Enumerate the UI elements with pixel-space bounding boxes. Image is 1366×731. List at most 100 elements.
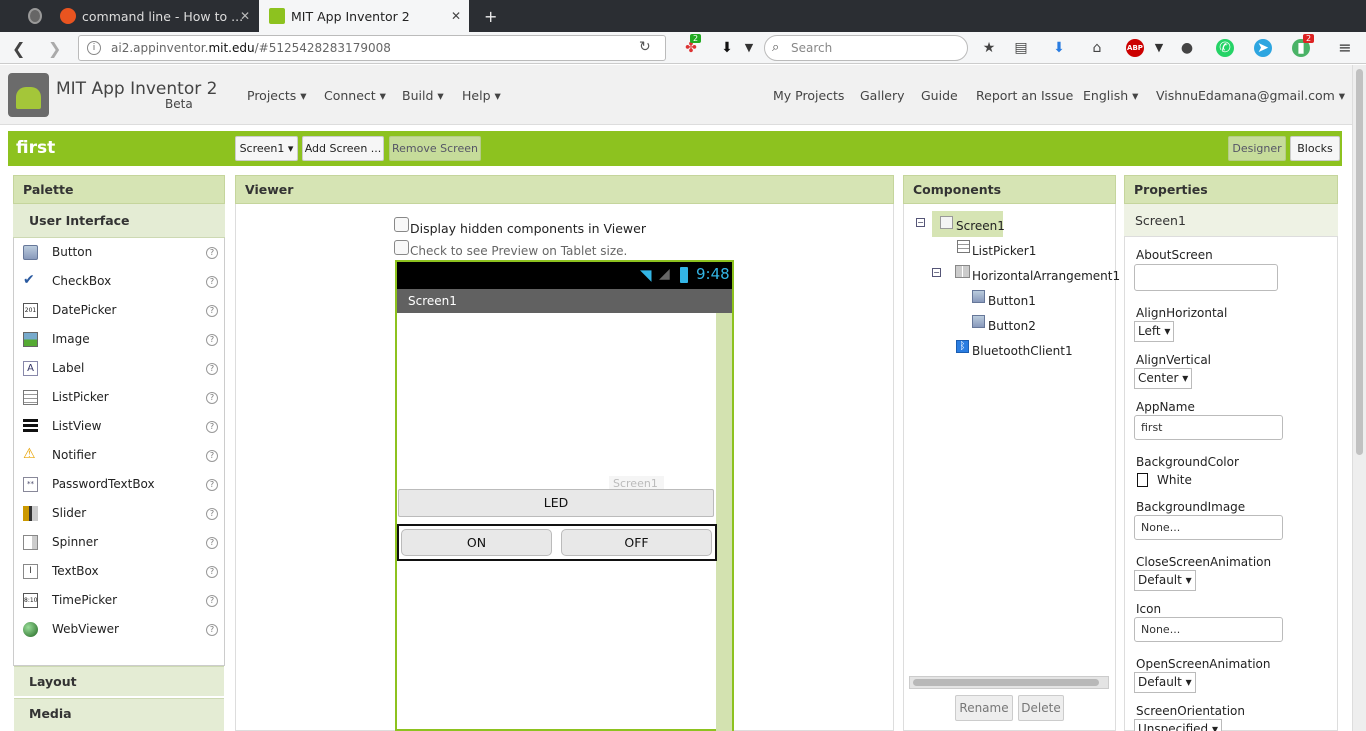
screenorientation-select[interactable]: Unspecified ▾ — [1134, 719, 1222, 731]
reload-icon[interactable]: ↻ — [639, 39, 651, 55]
home-icon[interactable]: ⌂ — [1088, 39, 1106, 57]
remove-screen-button[interactable]: Remove Screen — [389, 136, 481, 161]
bookmark-star-icon[interactable]: ★ — [980, 39, 998, 57]
tree-node-listpicker1[interactable]: ListPicker1 — [972, 244, 1036, 258]
menu-language[interactable]: English ▾ — [1083, 88, 1138, 103]
tree-node-horizontalarrangement1[interactable]: HorizontalArrangement1 — [972, 269, 1120, 283]
icon-picker[interactable]: None... — [1134, 617, 1283, 642]
screen-select[interactable]: Screen1 ▾ — [235, 136, 298, 161]
link-guide[interactable]: Guide — [921, 88, 958, 103]
tab-askubuntu[interactable]: command line - How to ... ✕ — [50, 0, 258, 32]
info-icon[interactable]: i — [87, 41, 101, 55]
menu-account[interactable]: VishnuEdamana@gmail.com ▾ — [1156, 88, 1345, 103]
close-tab-icon[interactable]: ✕ — [240, 9, 250, 23]
collapse-toggle-icon[interactable]: − — [916, 218, 925, 227]
menu-help[interactable]: Help ▾ — [462, 88, 501, 103]
search-input[interactable]: ⌕ Search — [764, 35, 968, 61]
help-icon[interactable]: ? — [206, 479, 218, 491]
help-icon[interactable]: ? — [206, 450, 218, 462]
aboutscreen-textarea[interactable] — [1134, 264, 1278, 291]
link-my-projects[interactable]: My Projects — [773, 88, 844, 103]
help-icon[interactable]: ? — [206, 247, 218, 259]
palette-category-user-interface[interactable]: User Interface — [13, 204, 225, 238]
phone-preview[interactable]: ◥ ◢ 9:48 Screen1 Screen1 LED ON OFF — [395, 260, 734, 731]
appname-input[interactable]: first — [1134, 415, 1283, 440]
palette-item-button[interactable]: Button? — [14, 238, 224, 267]
palette-item-listpicker[interactable]: ListPicker? — [14, 383, 224, 412]
palette-item-webviewer[interactable]: WebViewer? — [14, 615, 224, 644]
on-button[interactable]: ON — [401, 529, 552, 556]
link-gallery[interactable]: Gallery — [860, 88, 905, 103]
whatsapp-icon[interactable]: ✆ — [1216, 39, 1234, 57]
hamburger-menu-icon[interactable]: ≡ — [1336, 39, 1354, 57]
palette-item-spinner[interactable]: Spinner? — [14, 528, 224, 557]
tree-node-button2[interactable]: Button2 — [988, 319, 1036, 333]
menu-build[interactable]: Build ▾ — [402, 88, 444, 103]
help-icon[interactable]: ? — [206, 595, 218, 607]
menu-projects[interactable]: Projects ▾ — [247, 88, 307, 103]
download-arrow-icon[interactable]: ⬇ — [718, 39, 736, 57]
scrollbar-thumb[interactable] — [1356, 69, 1363, 455]
app-inventor-logo[interactable] — [8, 73, 49, 117]
palette-item-listview[interactable]: ListView? — [14, 412, 224, 441]
alignhorizontal-select[interactable]: Left ▾ — [1134, 321, 1175, 342]
tab-app-inventor[interactable]: MIT App Inventor 2 ✕ — [259, 0, 469, 32]
alignvertical-select[interactable]: Center ▾ — [1134, 368, 1193, 389]
forward-icon[interactable]: ❯ — [48, 39, 61, 58]
help-icon[interactable]: ? — [206, 305, 218, 317]
hidden-components-checkbox[interactable] — [394, 217, 409, 232]
close-tab-icon[interactable]: ✕ — [451, 9, 461, 23]
off-button[interactable]: OFF — [561, 529, 712, 556]
color-swatch[interactable] — [1137, 473, 1148, 487]
add-screen-button[interactable]: Add Screen ... — [302, 136, 384, 161]
listpicker-led-button[interactable]: LED — [398, 489, 714, 517]
link-report-issue[interactable]: Report an Issue — [976, 88, 1073, 103]
closescreenanimation-select[interactable]: Default ▾ — [1134, 570, 1196, 591]
downloads-icon[interactable]: ⬇ — [1050, 39, 1068, 57]
scrollbar-thumb[interactable] — [913, 679, 1099, 686]
pinned-tab[interactable] — [18, 0, 48, 32]
palette-item-passwordtextbox[interactable]: ** PasswordTextBox? — [14, 470, 224, 499]
ghost-icon[interactable]: ● — [1178, 39, 1196, 57]
components-h-scrollbar[interactable] — [909, 676, 1109, 689]
url-bar[interactable]: i ai2.appinventor. mit.edu/#5125428283179… — [78, 35, 666, 61]
delete-button[interactable]: Delete — [1018, 695, 1064, 721]
telegram-icon[interactable]: ➤ — [1254, 39, 1272, 57]
designer-button[interactable]: Designer — [1228, 136, 1286, 161]
help-icon[interactable]: ? — [206, 392, 218, 404]
palette-item-label[interactable]: A Label? — [14, 354, 224, 383]
palette-item-timepicker[interactable]: 8:10 TimePicker? — [14, 586, 224, 615]
rename-button[interactable]: Rename — [955, 695, 1013, 721]
palette-item-notifier[interactable]: ⚠ Notifier? — [14, 441, 224, 470]
new-tab-button[interactable]: + — [474, 0, 500, 32]
adblock-icon[interactable]: ABP — [1126, 39, 1144, 57]
palette-item-datepicker[interactable]: 201 DatePicker? — [14, 296, 224, 325]
tablet-preview-checkbox[interactable] — [394, 240, 409, 255]
backgroundcolor-value[interactable]: White — [1157, 473, 1192, 487]
help-icon[interactable]: ? — [206, 537, 218, 549]
palette-item-textbox[interactable]: I TextBox? — [14, 557, 224, 586]
backgroundimage-picker[interactable]: None... — [1134, 515, 1283, 540]
horizontal-arrangement[interactable]: ON OFF — [397, 524, 717, 561]
reading-list-icon[interactable]: ▤ — [1012, 39, 1030, 57]
palette-item-image[interactable]: Image? — [14, 325, 224, 354]
help-icon[interactable]: ? — [206, 421, 218, 433]
blocks-button[interactable]: Blocks — [1290, 136, 1340, 161]
palette-category-media[interactable]: Media — [14, 698, 224, 731]
tree-node-bluetoothclient1[interactable]: BluetoothClient1 — [972, 344, 1073, 358]
help-icon[interactable]: ? — [206, 508, 218, 520]
palette-item-slider[interactable]: Slider? — [14, 499, 224, 528]
help-icon[interactable]: ? — [206, 624, 218, 636]
collapse-toggle-icon[interactable]: − — [932, 268, 941, 277]
chevron-down-icon[interactable]: ▼ — [740, 39, 758, 57]
help-icon[interactable]: ? — [206, 334, 218, 346]
help-icon[interactable]: ? — [206, 363, 218, 375]
help-icon[interactable]: ? — [206, 276, 218, 288]
help-icon[interactable]: ? — [206, 566, 218, 578]
chevron-down-icon[interactable]: ▼ — [1150, 39, 1168, 57]
palette-item-checkbox[interactable]: ✔ CheckBox? — [14, 267, 224, 296]
tree-node-button1[interactable]: Button1 — [988, 294, 1036, 308]
menu-connect[interactable]: Connect ▾ — [324, 88, 386, 103]
openscreenanimation-select[interactable]: Default ▾ — [1134, 672, 1196, 693]
page-scrollbar[interactable] — [1352, 65, 1366, 731]
